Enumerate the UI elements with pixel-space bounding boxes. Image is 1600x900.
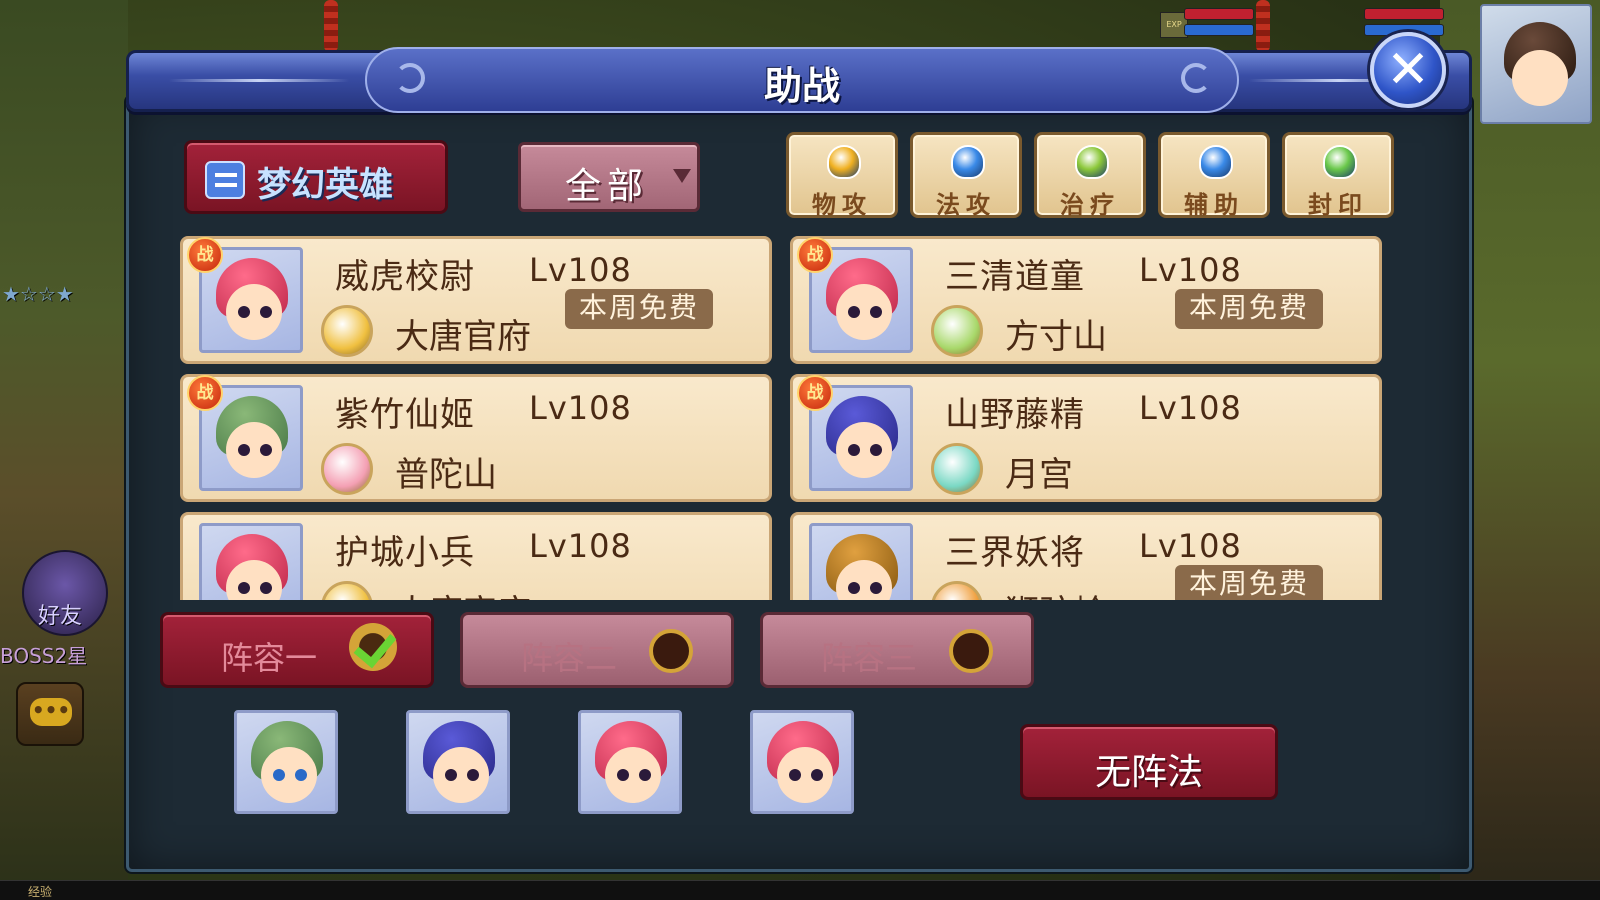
battle-badge-icon: 战	[797, 375, 833, 411]
hero-sect: 普陀山	[395, 455, 497, 495]
star-rating-text: ★☆☆★	[2, 282, 74, 306]
list-icon	[205, 161, 245, 199]
lineup-label: 阵容一	[221, 639, 318, 677]
support-icon	[1199, 145, 1233, 179]
category-label: 物攻	[812, 191, 872, 219]
battle-badge-icon: 战	[187, 375, 223, 411]
hero-card[interactable]: 战山野藤精 Lv108 月宫	[790, 374, 1382, 502]
battle-badge-icon: 战	[797, 237, 833, 273]
lineup-label: 阵容二	[521, 639, 618, 677]
hero-name: 三界妖将	[945, 533, 1085, 573]
hero-sect: 大唐官府	[395, 585, 531, 600]
seal-icon	[1323, 145, 1357, 179]
hero-card[interactable]: 战紫竹仙姬 Lv108 普陀山	[180, 374, 772, 502]
filter-selected: 全部	[565, 166, 650, 207]
category-tab[interactable]: 治疗	[1034, 132, 1146, 219]
hero-group-label: 梦幻英雄	[257, 165, 393, 205]
hero-card[interactable]: 战三清道童 Lv108 方寸山 本周免费	[790, 236, 1382, 364]
free-this-week-badge: 本周免费	[1175, 565, 1323, 600]
radio-icon	[949, 629, 993, 673]
sword-coin-icon	[321, 581, 373, 600]
mountain-icon	[931, 305, 983, 357]
friend-label: 好友	[38, 604, 83, 629]
friend-button[interactable]: 好友	[22, 550, 108, 636]
hero-sect: 大唐官府	[395, 317, 531, 357]
category-tab[interactable]: 法攻	[910, 132, 1022, 219]
sword-icon	[827, 145, 861, 179]
hero-list[interactable]: 战威虎校尉 Lv108 大唐官府 本周免费战三清道童 Lv108 方寸山 本周免费战紫竹仙姬…	[176, 234, 1386, 600]
lineup-tab[interactable]: 阵容一	[160, 612, 434, 688]
exp-label: 经验	[28, 885, 53, 899]
hero-portrait	[199, 523, 303, 600]
radio-icon	[649, 629, 693, 673]
free-this-week-badge: 本周免费	[1175, 289, 1323, 329]
hero-name: 威虎校尉	[335, 257, 475, 297]
lion-icon	[931, 581, 983, 600]
player-avatar[interactable]	[1480, 4, 1592, 124]
hero-level: Lv108	[529, 527, 632, 565]
rope-decoration	[324, 0, 338, 52]
hero-card[interactable]: 护城小兵 Lv108 大唐官府	[180, 512, 772, 600]
category-tab[interactable]: 辅助	[1158, 132, 1270, 219]
hero-level: Lv108	[529, 251, 632, 289]
category-tab[interactable]: 物攻	[786, 132, 898, 219]
close-button[interactable]: ✕	[1370, 32, 1446, 108]
chat-button[interactable]: •••	[16, 682, 84, 746]
hero-card[interactable]: 战威虎校尉 Lv108 大唐官府 本周免费	[180, 236, 772, 364]
hero-level: Lv108	[1139, 389, 1242, 427]
rope-decoration	[1256, 0, 1270, 52]
category-label: 辅助	[1184, 191, 1244, 219]
dialog-title-bar: 助战	[126, 47, 1472, 113]
title-plate: 助战	[365, 47, 1239, 113]
lineup-slot[interactable]	[578, 710, 682, 814]
hero-group-button[interactable]: 梦幻英雄	[184, 140, 448, 214]
boss-text: BOSS2星	[0, 644, 88, 668]
formation-button[interactable]: 无阵法	[1020, 724, 1278, 800]
hero-name: 山野藤精	[945, 395, 1085, 435]
hero-portrait	[809, 523, 913, 600]
hero-sect: 方寸山	[1005, 317, 1107, 357]
hero-level: Lv108	[1139, 527, 1242, 565]
magic-orb-icon	[951, 145, 985, 179]
hero-name: 护城小兵	[335, 533, 475, 573]
leaf-icon	[1075, 145, 1109, 179]
lineup-slot[interactable]	[750, 710, 854, 814]
lineup-tab[interactable]: 阵容二	[460, 612, 734, 688]
hp-bar	[1184, 8, 1254, 20]
dialog-title: 助战	[763, 64, 840, 108]
hero-card[interactable]: 三界妖将 Lv108 狮驼岭 本周免费	[790, 512, 1382, 600]
hero-sect: 月宫	[1005, 455, 1073, 495]
hero-sect: 狮驼岭	[1005, 585, 1107, 600]
lineup-slot[interactable]	[234, 710, 338, 814]
pet-hp-bar	[1364, 8, 1444, 20]
lineup-tab[interactable]: 阵容三	[760, 612, 1034, 688]
hero-level: Lv108	[1139, 251, 1242, 289]
game-scene-left	[0, 0, 128, 900]
formation-label: 无阵法	[1094, 752, 1203, 793]
category-label: 封印	[1308, 191, 1368, 219]
hero-name: 紫竹仙姬	[335, 395, 475, 435]
lotus-icon	[321, 443, 373, 495]
lineup-slot[interactable]	[406, 710, 510, 814]
hero-level: Lv108	[529, 389, 632, 427]
category-tab[interactable]: 封印	[1282, 132, 1394, 219]
free-this-week-badge: 本周免费	[565, 289, 713, 329]
dropdown-arrow-icon	[673, 169, 691, 183]
category-label: 治疗	[1060, 191, 1120, 219]
sword-coin-icon	[321, 305, 373, 357]
filter-dropdown[interactable]: 全部	[518, 142, 700, 212]
exp-bar: 经验	[0, 880, 1600, 900]
lineup-label: 阵容三	[821, 639, 918, 677]
category-label: 法攻	[936, 191, 996, 219]
check-icon	[349, 623, 397, 671]
mp-bar	[1184, 24, 1254, 36]
moon-icon	[931, 443, 983, 495]
close-icon: ✕	[1386, 40, 1430, 100]
battle-badge-icon: 战	[187, 237, 223, 273]
hero-name: 三清道童	[945, 257, 1085, 297]
